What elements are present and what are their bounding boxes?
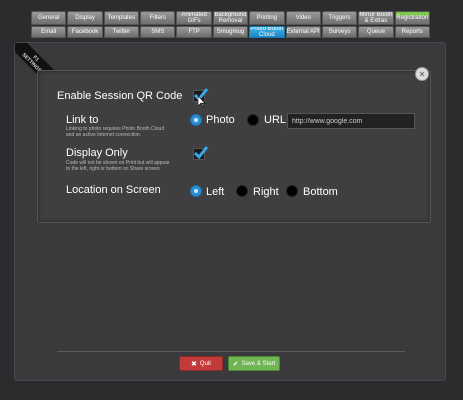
footer-divider (57, 351, 405, 352)
quit-button-label: Quit (199, 360, 211, 367)
checkmark-icon (193, 146, 209, 160)
save-start-label: Save & Start (241, 360, 276, 367)
tab-reports[interactable]: Reports (394, 26, 430, 38)
close-icon: ✖ (191, 360, 197, 368)
loc-right-label: Right (253, 186, 279, 198)
tab-display[interactable]: Display (67, 11, 103, 25)
close-icon[interactable]: ✕ (415, 67, 429, 81)
display-only-note: Code will not be shown on Print but will… (66, 160, 170, 172)
settings-tabs: General Display Templates Filters Animated G… (31, 11, 431, 39)
link-to-label: Link to (66, 114, 99, 126)
tab-row-1: General Display Templates Filters Animated G… (31, 11, 431, 25)
tab-twitter[interactable]: Twitter (103, 26, 140, 38)
tab-templates[interactable]: Templates (103, 11, 140, 25)
tab-registration[interactable]: Registration (394, 11, 430, 25)
quit-button[interactable]: ✖ Quit (179, 356, 223, 371)
tab-mirror-booth-extras[interactable]: Mirror Booth & Extras (358, 11, 394, 25)
location-label: Location on Screen (66, 184, 161, 196)
enable-qr-label: Enable Session QR Code (57, 90, 183, 102)
tab-video[interactable]: Video (285, 11, 321, 25)
tab-animated-gifs[interactable]: Animated GIFs (176, 11, 212, 25)
tab-email[interactable]: Email (31, 26, 67, 38)
display-only-checkbox[interactable] (193, 146, 209, 160)
tab-smugmug[interactable]: Smugmug (212, 26, 249, 38)
tab-facebook[interactable]: Facebook (67, 26, 103, 38)
display-only-label: Display Only (66, 147, 128, 159)
tab-general[interactable]: General (31, 11, 67, 25)
tab-filters[interactable]: Filters (140, 11, 176, 25)
tab-queue[interactable]: Queue (358, 26, 394, 38)
tab-row-2: Email Facebook Twitter SMS FTP Smugmug Photo B… (31, 26, 431, 38)
link-url-radio[interactable] (247, 114, 259, 126)
tab-photo-booth-cloud[interactable]: Photo Booth Cloud (249, 26, 285, 38)
loc-right-radio[interactable] (236, 185, 248, 197)
tab-sms[interactable]: SMS (140, 26, 176, 38)
loc-bottom-label: Bottom (303, 186, 338, 198)
mouse-cursor-icon (198, 96, 206, 108)
save-start-button[interactable]: ✔ Save & Start (228, 356, 280, 371)
tab-external-api[interactable]: External API (285, 26, 321, 38)
tab-ftp[interactable]: FTP (176, 26, 212, 38)
loc-left-radio[interactable] (190, 185, 202, 197)
tab-background-removal[interactable]: Background Removal (212, 11, 249, 25)
link-url-label: URL (264, 114, 287, 126)
url-input[interactable] (287, 113, 415, 129)
link-photo-radio[interactable] (190, 114, 202, 126)
link-to-note: Linking to photo requires Photo Booth Cl… (66, 126, 165, 138)
tab-printing[interactable]: Printing (249, 11, 285, 25)
tab-triggers[interactable]: Triggers (321, 11, 358, 25)
loc-bottom-radio[interactable] (286, 185, 298, 197)
link-photo-label: Photo (206, 114, 235, 126)
check-icon: ✔ (232, 360, 239, 368)
loc-left-label: Left (206, 186, 225, 198)
tab-surveys[interactable]: Surveys (321, 26, 358, 38)
